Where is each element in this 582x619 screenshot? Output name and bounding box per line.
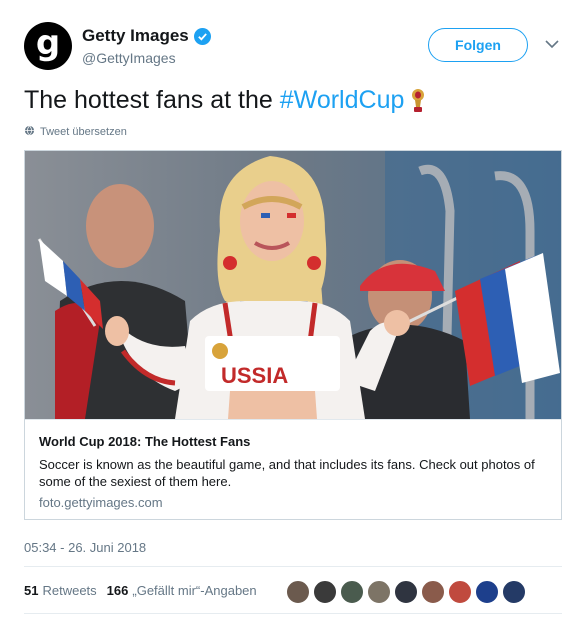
liker-avatar[interactable] xyxy=(313,580,337,604)
likes-count: 166 xyxy=(106,583,129,598)
card-domain[interactable]: foto.gettyimages.com xyxy=(39,495,547,510)
avatar-letter: g xyxy=(35,23,61,63)
liker-avatar[interactable] xyxy=(394,580,418,604)
hashtag-link[interactable]: #WorldCup xyxy=(280,86,405,115)
display-name[interactable]: Getty Images xyxy=(82,26,189,46)
divider xyxy=(24,613,562,614)
translate-label[interactable]: Tweet übersetzen xyxy=(40,126,127,138)
card-image[interactable]: USSIA xyxy=(25,151,561,419)
likes-stat[interactable]: 166 „Gefällt mir“-Angaben xyxy=(107,583,257,598)
likes-label: „Gefällt mir“-Angaben xyxy=(132,583,257,598)
liker-avatar[interactable] xyxy=(421,580,445,604)
card-title[interactable]: World Cup 2018: The Hottest Fans xyxy=(39,434,547,449)
chevron-down-icon[interactable] xyxy=(544,36,560,52)
tweet-body: The hottest fans at the xyxy=(24,86,273,114)
retweets-label: Retweets xyxy=(42,583,97,598)
tweet-header: g Getty Images @GettyImages Folgen xyxy=(24,22,564,72)
account-avatar[interactable]: g xyxy=(24,22,72,70)
display-name-row[interactable]: Getty Images xyxy=(82,26,211,46)
liker-avatar[interactable] xyxy=(502,580,526,604)
tweet-text: The hottest fans at the #WorldCup xyxy=(24,86,426,115)
liker-avatar[interactable] xyxy=(448,580,472,604)
tweet-stats: 51 Retweets 166 „Gefällt mir“-Angaben xyxy=(24,583,267,598)
world-cup-trophy-icon xyxy=(410,88,426,114)
retweets-count: 51 xyxy=(24,583,39,598)
likers-avatars xyxy=(286,580,526,604)
liker-avatar[interactable] xyxy=(340,580,364,604)
liker-avatar[interactable] xyxy=(286,580,310,604)
divider xyxy=(24,566,562,567)
account-handle[interactable]: @GettyImages xyxy=(82,50,211,66)
liker-avatar[interactable] xyxy=(475,580,499,604)
shirt-text: USSIA xyxy=(221,363,288,388)
liker-avatar[interactable] xyxy=(367,580,391,604)
card-body[interactable]: World Cup 2018: The Hottest Fans Soccer … xyxy=(25,419,561,519)
tweet-timestamp[interactable]: 05:34 - 26. Juni 2018 xyxy=(24,540,146,555)
translate-tweet-link[interactable]: Tweet übersetzen xyxy=(24,125,127,139)
link-card[interactable]: USSIA World Cup 2018: The Hottest Fans S… xyxy=(24,150,562,520)
retweets-stat[interactable]: 51 Retweets xyxy=(24,583,97,598)
verified-badge-icon xyxy=(193,27,211,45)
globe-icon xyxy=(24,125,35,139)
account-name-block: Getty Images @GettyImages xyxy=(82,26,211,66)
card-description: Soccer is known as the beautiful game, a… xyxy=(39,457,535,489)
follow-button[interactable]: Folgen xyxy=(428,28,528,62)
